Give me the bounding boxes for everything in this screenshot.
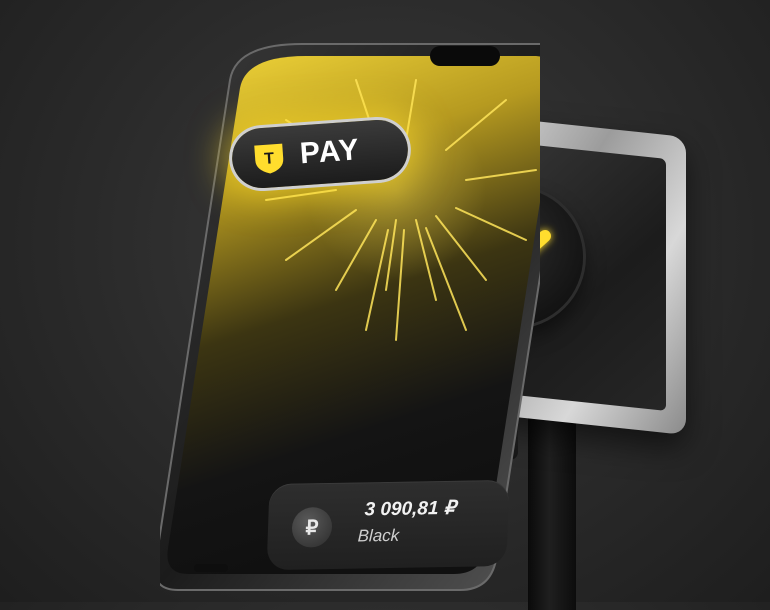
tpay-logo: T PAY bbox=[230, 117, 410, 191]
svg-text:T: T bbox=[264, 150, 275, 168]
payment-amount: 3 090,81 ₽ bbox=[364, 497, 457, 521]
scene: ₽ 3 090,81 ₽ Black T PAY bbox=[0, 0, 770, 610]
payment-card-panel[interactable]: ₽ 3 090,81 ₽ Black bbox=[266, 479, 510, 571]
ruble-icon: ₽ bbox=[291, 506, 333, 548]
pay-label: PAY bbox=[298, 133, 361, 171]
shield-icon: T bbox=[254, 143, 284, 174]
card-name: Black bbox=[357, 525, 400, 546]
